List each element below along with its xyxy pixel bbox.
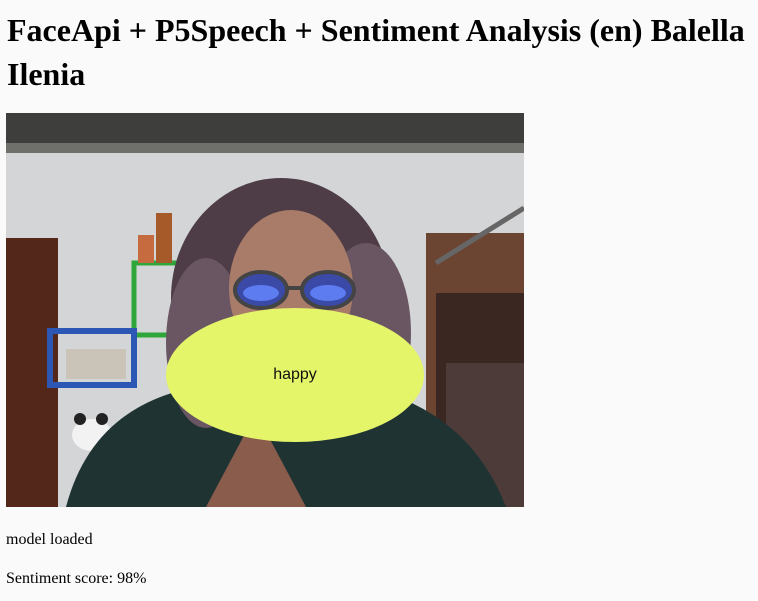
emotion-label: happy bbox=[273, 366, 317, 383]
model-status-text: model loaded bbox=[6, 531, 93, 548]
page-title: FaceApi + P5Speech + Sentiment Analysis … bbox=[7, 12, 745, 92]
webcam-canvas: happy bbox=[6, 113, 524, 507]
sentiment-score-text: Sentiment score: 98% bbox=[6, 570, 147, 587]
